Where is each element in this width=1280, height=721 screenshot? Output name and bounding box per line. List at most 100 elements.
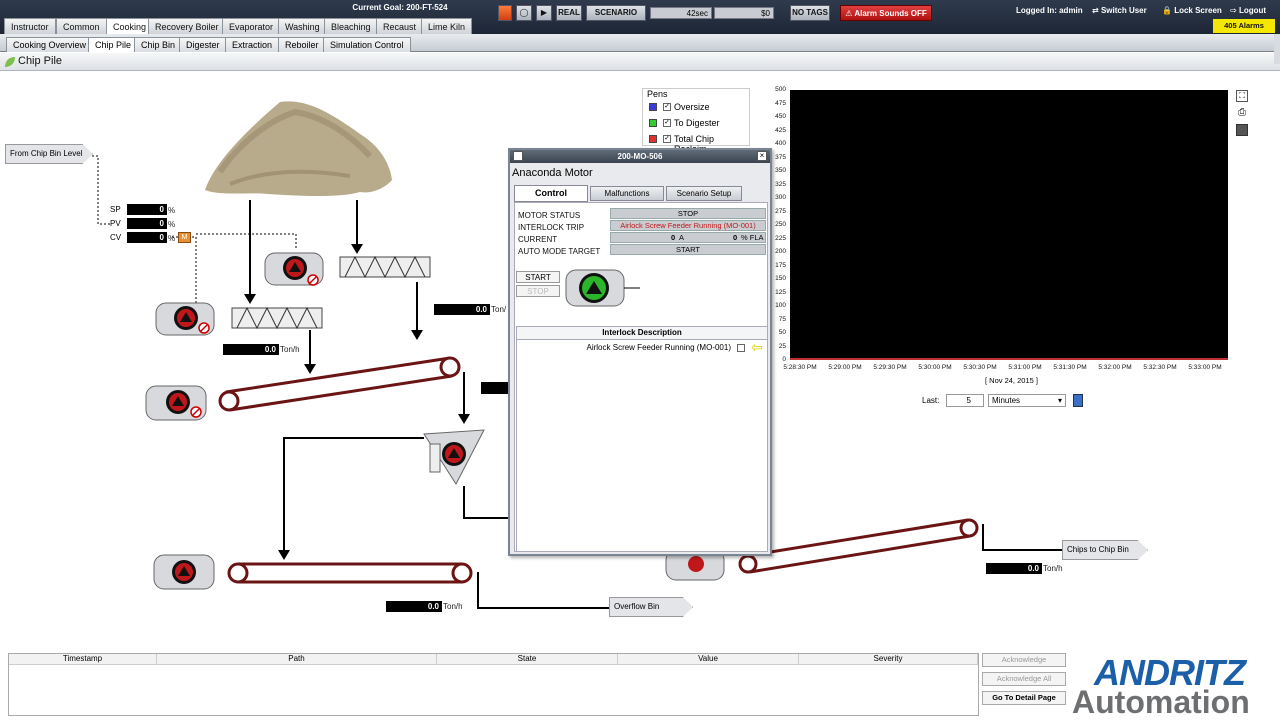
tab-washing[interactable]: Washing [278, 18, 327, 34]
alarm-sounds-button[interactable]: ⚠ Alarm Sounds OFF [840, 5, 932, 21]
chips-to-chip-bin-link[interactable]: Chips to Chip Bin [1062, 540, 1148, 560]
screw-conveyor-2[interactable] [231, 306, 323, 330]
acknowledge-button[interactable]: Acknowledge [982, 653, 1066, 667]
overflow-bin-link[interactable]: Overflow Bin [609, 597, 693, 617]
sp-label: SP [110, 205, 121, 214]
pen-checkbox-oversize[interactable]: ✓ [663, 103, 671, 111]
dialog-title: 200-MO-506 [617, 152, 663, 161]
print-icon[interactable]: ⎙ [1236, 107, 1248, 119]
trend-chart-plot[interactable] [790, 90, 1228, 360]
pause-icon[interactable] [1073, 394, 1083, 407]
pens-title: Pens [647, 89, 668, 99]
tab-chip-pile[interactable]: Chip Pile [88, 37, 139, 52]
tab-recovery-boiler[interactable]: Recovery Boiler [148, 18, 226, 34]
pen-label-to-digester: To Digester [674, 118, 720, 128]
from-chip-bin-level-link[interactable]: From Chip Bin Level [5, 144, 93, 164]
tab-cooking[interactable]: Cooking [106, 18, 154, 34]
tab-control[interactable]: Control [514, 185, 588, 202]
fullscreen-icon[interactable]: ⛶ [1236, 90, 1248, 102]
interlock-trip-label: INTERLOCK TRIP [518, 223, 585, 232]
x-tick-label: 5:30:00 PM [918, 364, 952, 371]
close-icon[interactable]: × [757, 151, 767, 161]
flow-unit-3: Ton/h [443, 602, 463, 611]
flow-display-3: 0.0 [386, 601, 442, 612]
pen-checkbox-to-digester[interactable]: ✓ [663, 119, 671, 127]
current-value: 0 [671, 233, 676, 242]
tab-extraction[interactable]: Extraction [225, 37, 280, 52]
tab-reboiler[interactable]: Reboiler [278, 37, 326, 52]
no-tags-button[interactable]: NO TAGS [790, 5, 830, 21]
tab-cooking-overview[interactable]: Cooking Overview [6, 37, 94, 52]
interlock-header: Interlock Description [517, 327, 767, 340]
x-tick-label: 5:30:30 PM [963, 364, 997, 371]
alarm-count-badge[interactable]: 405 Alarms [1213, 19, 1275, 33]
scenario-button[interactable]: SCENARIO [586, 5, 646, 21]
tab-bleaching[interactable]: Bleaching [324, 18, 378, 34]
time-unit-select[interactable]: Minutes ▾ [988, 394, 1066, 407]
tab-lime-kiln[interactable]: Lime Kiln [421, 18, 473, 34]
alarm-sounds-label: Alarm Sounds OFF [854, 9, 927, 18]
tab-malfunctions[interactable]: Malfunctions [590, 186, 664, 201]
tab-instructor[interactable]: Instructor [4, 18, 56, 34]
current-goal: Current Goal: 200-FT-524 [352, 3, 448, 12]
logged-in-label: Logged In: admin [1016, 6, 1083, 15]
flow-unit-4: Ton/h [1043, 564, 1063, 573]
belt-conveyor-1[interactable] [145, 356, 461, 421]
tab-digester[interactable]: Digester [179, 37, 227, 52]
play-icon[interactable]: ▶ [536, 5, 552, 21]
page-title: Chip Pile [18, 55, 63, 67]
tab-simulation-control[interactable]: Simulation Control [323, 37, 411, 52]
stop-sim-icon[interactable] [498, 5, 512, 21]
cv-value[interactable]: 0 [127, 232, 167, 243]
dialog-menu-icon[interactable] [513, 151, 523, 161]
go-to-detail-page-button[interactable]: Go To Detail Page [982, 691, 1066, 705]
lock-screen-link[interactable]: 🔒 Lock Screen [1162, 6, 1222, 15]
belt-conveyor-2[interactable] [153, 554, 473, 590]
logout-link[interactable]: ⇨ Logout [1230, 6, 1266, 15]
tab-chip-bin[interactable]: Chip Bin [134, 37, 183, 52]
pen-checkbox-total-chip-reclaim[interactable]: ✓ [663, 135, 671, 143]
column-timestamp[interactable]: Timestamp [9, 654, 157, 665]
motor-dialog: 200-MO-506 × Anaconda Motor Control Malf… [508, 148, 772, 556]
real-button[interactable]: REAL [556, 5, 582, 21]
dialog-title-bar[interactable]: 200-MO-506 [510, 150, 770, 163]
start-button[interactable]: START [516, 271, 560, 283]
y-tick-label: 500 [775, 86, 786, 93]
screw-motor-2[interactable] [155, 302, 215, 336]
column-severity[interactable]: Severity [799, 654, 978, 665]
lock-icon: 🔒 [1162, 6, 1172, 15]
sp-value[interactable]: 0 [127, 204, 167, 215]
column-value[interactable]: Value [618, 654, 799, 665]
save-icon[interactable] [1236, 124, 1248, 136]
y-tick-label: 475 [775, 99, 786, 107]
y-tick-label: 450 [775, 113, 786, 120]
tab-scenario-setup[interactable]: Scenario Setup [666, 186, 742, 201]
stop-button[interactable]: STOP [516, 285, 560, 297]
auto-mode-target-value: START [610, 244, 766, 255]
current-label: CURRENT [518, 235, 558, 244]
cost-field[interactable]: $0 [714, 7, 774, 19]
tab-common[interactable]: Common [56, 18, 107, 34]
interlock-table: Interlock Description Airlock Screw Feed… [516, 326, 768, 552]
acknowledge-all-button[interactable]: Acknowledge All [982, 672, 1066, 686]
pen-label-oversize: Oversize [674, 102, 710, 112]
dialog-heading: Anaconda Motor [512, 167, 593, 179]
last-value-stepper[interactable]: 5 [946, 394, 984, 407]
current-fla-unit: % FLA [741, 233, 764, 242]
screw-motor-1[interactable] [264, 252, 324, 286]
x-tick-label: 5:32:00 PM [1098, 364, 1132, 371]
column-path[interactable]: Path [157, 654, 437, 665]
screw-conveyor-1[interactable] [339, 255, 431, 279]
pen-color-oversize [649, 103, 657, 111]
step-icon[interactable]: ◯ [516, 5, 532, 21]
tab-evaporator[interactable]: Evaporator [222, 18, 281, 34]
switch-user-link[interactable]: ⇄ Switch User [1092, 6, 1147, 15]
chip-pile-image [205, 101, 392, 196]
column-state[interactable]: State [437, 654, 618, 665]
manual-mode-button[interactable]: M [178, 232, 191, 243]
sim-time-field[interactable]: 42sec [650, 7, 712, 19]
scrollbar[interactable] [1274, 34, 1280, 64]
diverter-gate[interactable] [423, 429, 485, 485]
tab-recaust[interactable]: Recaust [376, 18, 424, 34]
auto-mode-target-label: AUTO MODE TARGET [518, 247, 601, 256]
